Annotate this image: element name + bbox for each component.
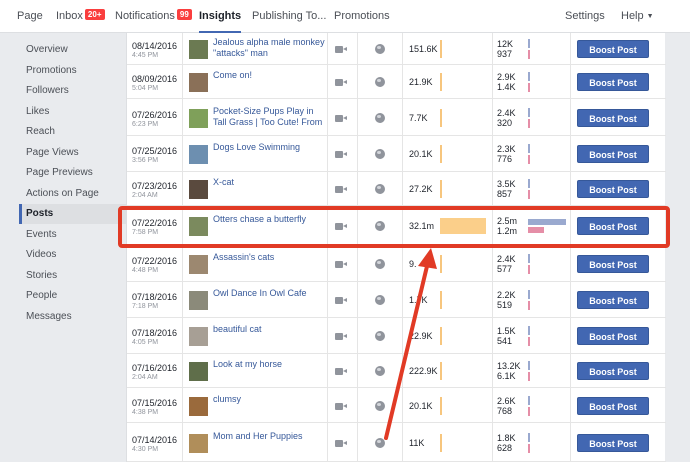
arrow-shaft [384, 260, 430, 440]
arrow-head [418, 248, 437, 269]
annotation-arrow [384, 248, 437, 440]
